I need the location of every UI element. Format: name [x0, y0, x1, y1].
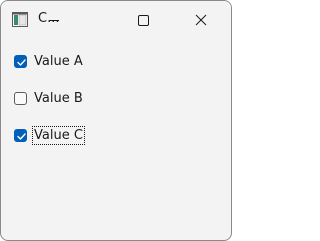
maximize-button[interactable]: [119, 1, 165, 39]
checkbox-box[interactable]: [14, 92, 27, 105]
checkbox-value-a[interactable]: Value A: [14, 54, 134, 72]
checkbox-label[interactable]: Value B: [33, 90, 84, 107]
minimize-icon: [49, 20, 59, 21]
checkbox-box[interactable]: [14, 55, 27, 68]
checkmark-icon: [17, 59, 26, 66]
checkbox-value-b[interactable]: Value B: [14, 91, 134, 109]
checkbox-label[interactable]: Value A: [33, 53, 84, 70]
title-bar[interactable]: C...: [1, 1, 231, 39]
checkbox-label[interactable]: Value C: [32, 126, 85, 145]
maximize-icon: [138, 15, 149, 26]
app-window-icon[interactable]: [12, 12, 28, 27]
minimize-button[interactable]: [36, 1, 82, 39]
checkbox-box[interactable]: [14, 129, 27, 142]
close-button[interactable]: [177, 1, 223, 39]
close-icon: [195, 14, 207, 26]
app-window: C... Value A Value B Value C: [0, 0, 232, 241]
checkmark-icon: [17, 133, 26, 140]
checkbox-value-c[interactable]: Value C: [14, 126, 134, 146]
